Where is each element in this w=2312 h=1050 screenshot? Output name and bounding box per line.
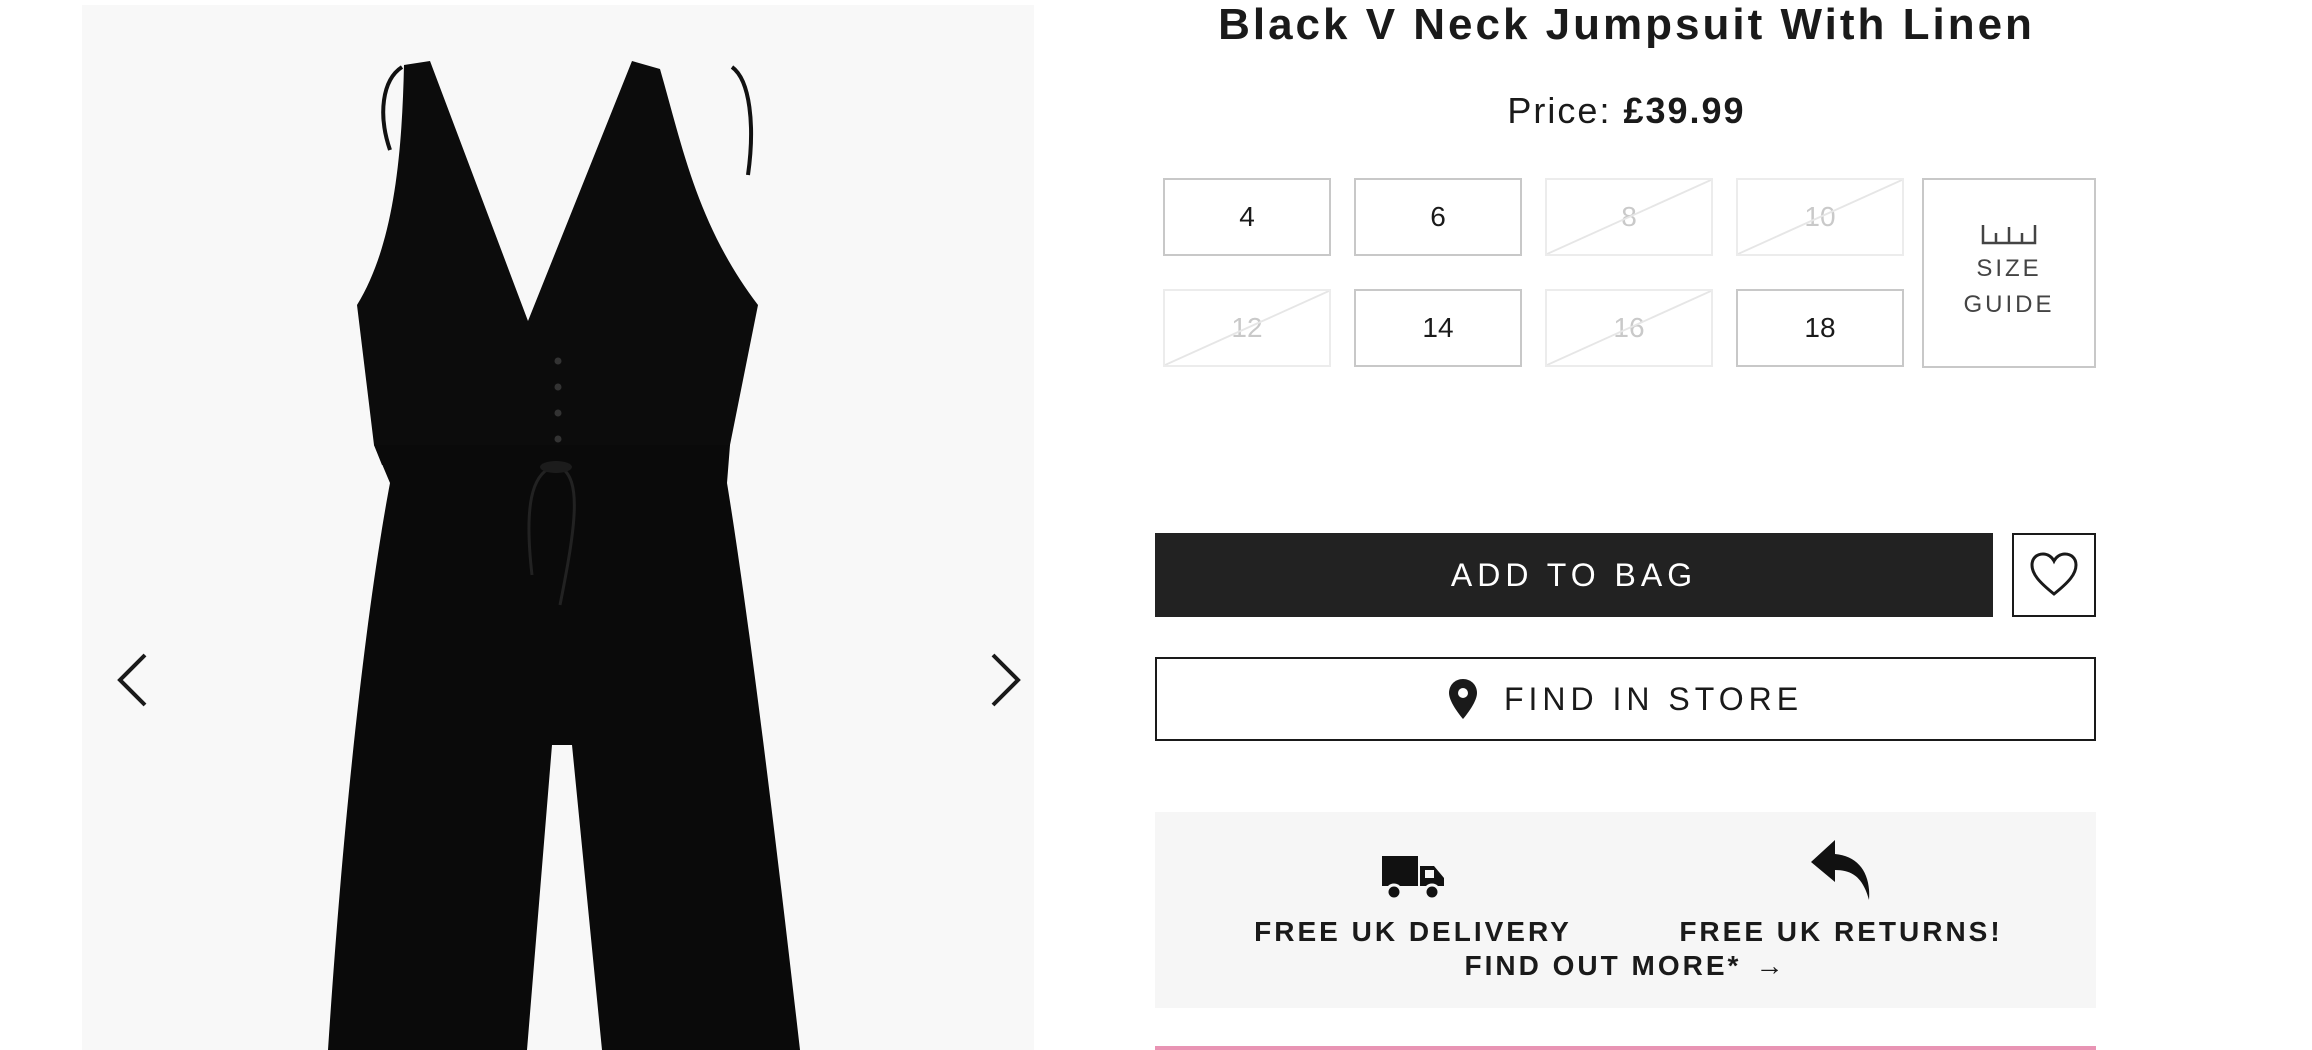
- accent-divider: [1155, 1046, 2096, 1050]
- price-value: £39.99: [1623, 90, 1746, 131]
- chevron-left-icon: [117, 653, 147, 707]
- size-label: 6: [1430, 201, 1446, 232]
- size-option[interactable]: 4: [1163, 178, 1331, 256]
- product-title: Black V Neck Jumpsuit With Linen: [1218, 0, 2035, 49]
- add-to-bag-button[interactable]: ADD TO BAG: [1155, 533, 1993, 617]
- size-guide-button[interactable]: SIZE GUIDE: [1922, 178, 2096, 368]
- location-pin-icon: [1448, 678, 1478, 720]
- size-option[interactable]: 10: [1736, 178, 1904, 256]
- free-returns-label: FREE UK RETURNS!: [1679, 916, 2003, 947]
- arrow-right-icon: →: [1755, 950, 1787, 981]
- size-label: 14: [1422, 312, 1454, 343]
- product-gallery: [82, 5, 1034, 1050]
- size-label: 4: [1239, 201, 1255, 232]
- unavailable-strike: [1547, 180, 1711, 254]
- find-out-more-label: FIND OUT MORE*: [1464, 950, 1742, 981]
- size-option[interactable]: 18: [1736, 289, 1904, 367]
- free-returns-info: FREE UK RETURNS!: [1661, 836, 2021, 948]
- price-line: Price: £39.99: [1155, 86, 2098, 136]
- gallery-prev-button[interactable]: [108, 645, 156, 715]
- find-out-more-link[interactable]: FIND OUT MORE* →: [1155, 946, 2096, 986]
- unavailable-strike: [1738, 180, 1902, 254]
- delivery-returns-panel: FREE UK DELIVERY FREE UK RETURNS! FIND O…: [1155, 812, 2096, 1008]
- product-image: [328, 61, 800, 1050]
- truck-icon: [1382, 856, 1444, 901]
- size-guide-line1: SIZE: [1976, 255, 2042, 282]
- find-in-store-button[interactable]: FIND IN STORE: [1155, 657, 2096, 741]
- size-option[interactable]: 8: [1545, 178, 1713, 256]
- unavailable-strike: [1547, 291, 1711, 365]
- wishlist-button[interactable]: [2012, 533, 2096, 617]
- free-delivery-info: FREE UK DELIVERY: [1233, 836, 1593, 948]
- size-option[interactable]: 14: [1354, 289, 1522, 367]
- find-in-store-label: FIND IN STORE: [1503, 680, 1804, 717]
- size-guide-label: SIZE GUIDE: [1959, 251, 2059, 323]
- price-label: Price:: [1507, 90, 1612, 131]
- chevron-right-icon: [991, 653, 1021, 707]
- size-guide-line2: GUIDE: [1963, 291, 2055, 318]
- size-option[interactable]: 6: [1354, 178, 1522, 256]
- unavailable-strike: [1165, 291, 1329, 365]
- size-option[interactable]: 12: [1163, 289, 1331, 367]
- return-arrow-icon: [1811, 840, 1870, 900]
- gallery-next-button[interactable]: [982, 645, 1030, 715]
- size-option[interactable]: 16: [1545, 289, 1713, 367]
- free-delivery-label: FREE UK DELIVERY: [1254, 916, 1572, 947]
- ruler-icon: [1981, 225, 2037, 245]
- heart-icon: [2030, 552, 2078, 596]
- size-label: 18: [1804, 312, 1836, 343]
